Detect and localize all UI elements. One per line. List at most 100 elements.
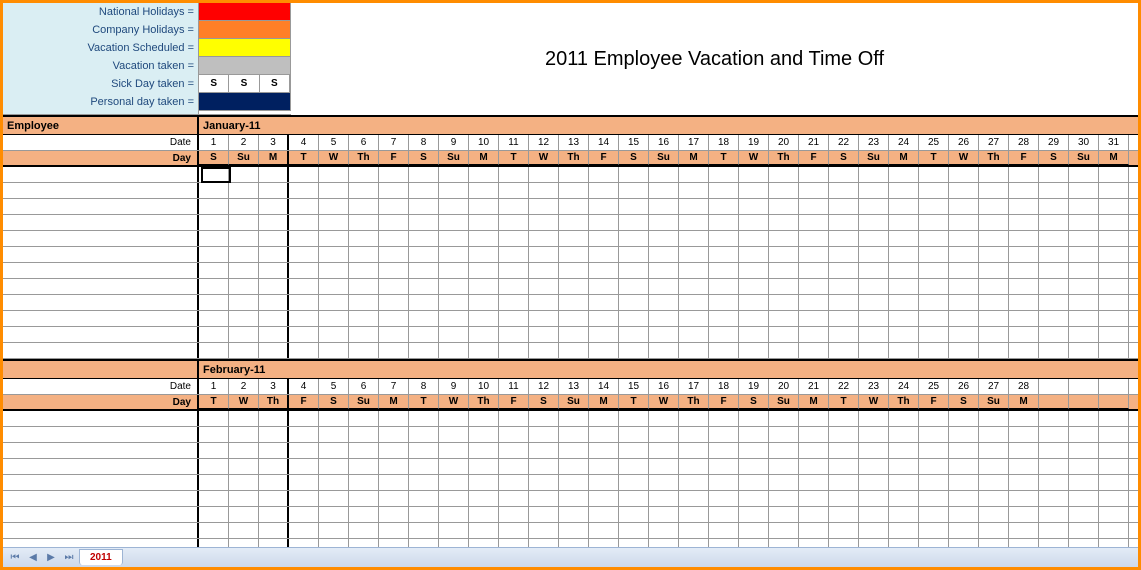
grid-cell[interactable] [1039,295,1069,310]
grid-cell[interactable]: M [1099,151,1129,165]
grid-cell[interactable] [229,199,259,214]
grid-cell[interactable] [1069,279,1099,294]
grid-cell[interactable] [739,523,769,538]
grid-cell[interactable] [1039,199,1069,214]
grid-cell[interactable] [409,295,439,310]
grid-cell[interactable] [499,459,529,474]
grid-cell[interactable] [979,279,1009,294]
grid-cell[interactable] [559,443,589,458]
grid-cell[interactable] [589,327,619,342]
grid-cell[interactable] [1069,231,1099,246]
grid-cell[interactable] [469,199,499,214]
grid-cell[interactable] [1039,459,1069,474]
grid-cell[interactable] [619,199,649,214]
grid-cell[interactable] [349,183,379,198]
grid-cell[interactable]: 8 [409,135,439,150]
grid-cell[interactable] [589,343,619,358]
grid-cell[interactable] [859,263,889,278]
grid-cell[interactable]: 13 [559,135,589,150]
grid-cell[interactable]: M [379,395,409,409]
grid-cell[interactable]: T [499,151,529,165]
grid-cell[interactable] [259,231,289,246]
grid-cell[interactable] [589,263,619,278]
grid-cell[interactable] [589,411,619,426]
grid-cell[interactable] [709,263,739,278]
grid-cell[interactable] [559,507,589,522]
grid-cell[interactable] [1099,311,1129,326]
grid-cell[interactable]: S [529,395,559,409]
grid-cell[interactable] [1099,327,1129,342]
grid-cell[interactable] [919,183,949,198]
grid-cell[interactable] [919,427,949,442]
grid-cell[interactable] [319,167,349,182]
grid-cell[interactable]: M [889,151,919,165]
grid-cell[interactable] [229,183,259,198]
grid-cell[interactable]: T [919,151,949,165]
grid-cell[interactable] [439,523,469,538]
grid-cell[interactable] [409,343,439,358]
grid-cell[interactable] [919,167,949,182]
grid-cell[interactable] [379,327,409,342]
grid-cell[interactable] [619,231,649,246]
grid-cell[interactable] [1099,167,1129,182]
grid-cell[interactable]: 26 [949,135,979,150]
grid-cell[interactable]: 4 [289,379,319,394]
grid-cell[interactable] [619,167,649,182]
grid-cell[interactable] [199,459,229,474]
grid-cell[interactable] [229,475,259,490]
grid-cell[interactable] [529,427,559,442]
grid-cell[interactable] [289,459,319,474]
grid-cell[interactable] [259,343,289,358]
grid-cell[interactable] [739,311,769,326]
tab-nav-prev-icon[interactable]: ◀ [25,551,41,565]
grid-cell[interactable] [499,327,529,342]
grid-cell[interactable]: T [829,395,859,409]
grid-cell[interactable] [469,263,499,278]
grid-cell[interactable] [559,491,589,506]
grid-cell[interactable] [379,507,409,522]
grid-cell[interactable]: T [619,395,649,409]
grid-cell[interactable] [619,247,649,262]
grid-cell[interactable]: 19 [739,135,769,150]
grid-cell[interactable] [559,475,589,490]
grid-cell[interactable]: Su [769,395,799,409]
grid-cell[interactable] [889,311,919,326]
grid-cell[interactable] [1099,183,1129,198]
grid-cell[interactable] [439,167,469,182]
grid-cell[interactable] [1039,183,1069,198]
grid-cell[interactable] [739,507,769,522]
grid-cell[interactable]: Su [1069,151,1099,165]
grid-cell[interactable] [649,411,679,426]
grid-cell[interactable]: 5 [319,379,349,394]
grid-cell[interactable] [1069,523,1099,538]
grid-cell[interactable] [619,459,649,474]
grid-cell[interactable] [709,327,739,342]
grid-cell[interactable]: 1 [199,379,229,394]
grid-cell[interactable] [1099,379,1129,394]
grid-cell[interactable] [1069,427,1099,442]
grid-cell[interactable] [409,279,439,294]
grid-cell[interactable]: W [529,151,559,165]
grid-cell[interactable] [949,231,979,246]
grid-cell[interactable]: 28 [1009,379,1039,394]
grid-cell[interactable] [799,475,829,490]
grid-cell[interactable] [199,263,229,278]
grid-cell[interactable] [289,311,319,326]
grid-cell[interactable] [199,295,229,310]
grid-cell[interactable] [829,279,859,294]
grid-cell[interactable] [769,427,799,442]
grid-cell[interactable] [799,459,829,474]
grid-cell[interactable] [319,311,349,326]
grid-cell[interactable] [1039,379,1069,394]
grid-cell[interactable] [409,411,439,426]
grid-cell[interactable] [529,199,559,214]
grid-cell[interactable] [709,199,739,214]
grid-cell[interactable] [739,199,769,214]
grid-cell[interactable] [709,475,739,490]
grid-cell[interactable] [439,295,469,310]
grid-cell[interactable] [199,443,229,458]
grid-cell[interactable] [289,247,319,262]
grid-cell[interactable] [649,183,679,198]
grid-cell[interactable] [649,507,679,522]
grid-cell[interactable] [469,295,499,310]
